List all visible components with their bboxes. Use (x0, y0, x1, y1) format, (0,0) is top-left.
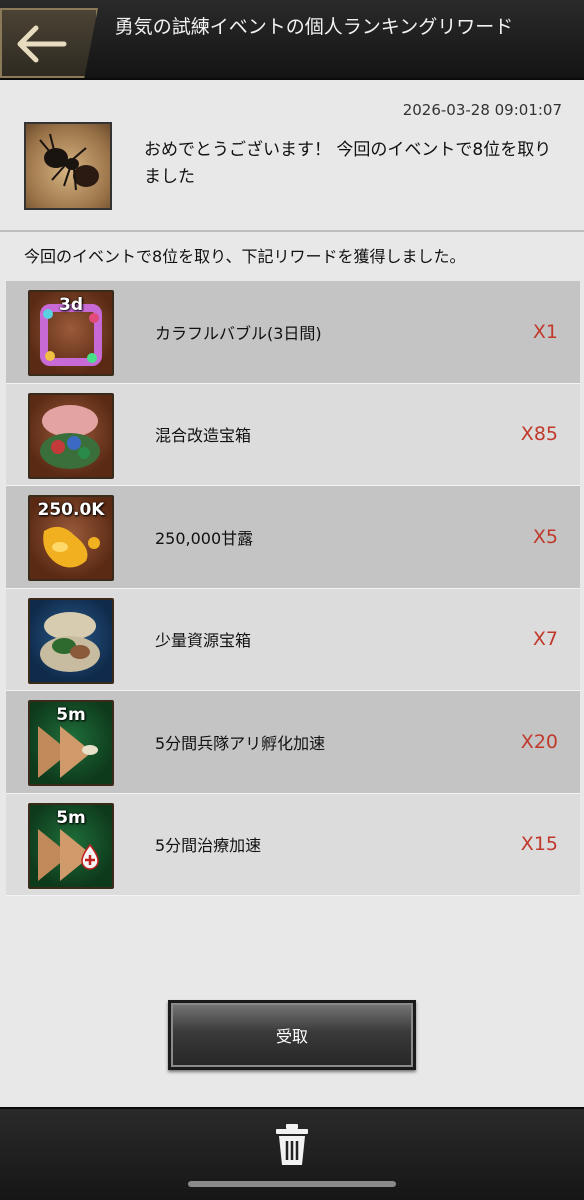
trash-icon[interactable] (272, 1123, 312, 1167)
reward-quantity: X15 (520, 833, 558, 856)
reward-quantity: X7 (532, 628, 558, 651)
top-bar: 勇気の試練イベントの個人ランキングリワード (0, 0, 584, 80)
reward-row: 5m 5分間治療加速 X15 (6, 793, 580, 896)
bottom-bar (0, 1107, 584, 1200)
reward-row: 少量資源宝箱 X7 (6, 588, 580, 691)
item-badge: 250.0K (37, 500, 105, 520)
reward-quantity: X1 (532, 320, 558, 343)
mixed-mod-chest-icon (28, 392, 114, 479)
receive-button-label: 受取 (275, 1027, 308, 1046)
reward-name: 混合改造宝箱 (155, 426, 252, 446)
back-button[interactable] (0, 8, 98, 78)
reward-name: 5分間兵隊アリ孵化加速 (155, 733, 326, 753)
home-indicator[interactable] (188, 1181, 396, 1187)
reward-row: 混合改造宝箱 X85 (6, 383, 580, 486)
ant-avatar-icon (24, 122, 112, 210)
message-text: おめでとうございます！ 今回のイベントで8位を取りました (144, 140, 552, 187)
item-badge: 5m (56, 807, 86, 828)
reward-name: 少量資源宝箱 (155, 631, 252, 651)
small-resource-chest-icon (28, 597, 114, 684)
reward-quantity: X85 (520, 423, 558, 446)
message-timestamp: 2026-03-28 09:01:07 (402, 101, 562, 119)
hatch-speedup-icon: 5m (28, 700, 114, 786)
reward-name: カラフルバブル(3日間) (155, 323, 322, 343)
reward-name: 250,000甘露 (155, 528, 254, 548)
colorful-bubble-icon: 3d (28, 290, 114, 376)
reward-row: 3d カラフルバブル(3日間) X1 (6, 281, 580, 384)
reward-name: 5分間治療加速 (155, 836, 262, 856)
receive-button[interactable]: 受取 (168, 1000, 416, 1070)
heal-speedup-icon: 5m (28, 802, 114, 889)
item-badge: 3d (59, 295, 83, 315)
reward-row: 5m 5分間兵隊アリ孵化加速 X20 (6, 691, 580, 794)
reward-list: 3d カラフルバブル(3日間) X1 混合改造宝箱 X85 250.0K 250… (6, 281, 580, 896)
reward-quantity: X5 (532, 525, 558, 548)
honeydew-icon: 250.0K (28, 495, 114, 581)
reward-description: 今回のイベントで8位を取り、下記リワードを獲得しました。 (24, 247, 466, 266)
item-badge: 5m (56, 705, 86, 725)
reward-quantity: X20 (520, 730, 558, 753)
back-arrow-icon (17, 25, 67, 63)
divider (0, 230, 584, 232)
reward-row: 250.0K 250,000甘露 X5 (6, 486, 580, 589)
page-title: 勇気の試練イベントの個人ランキングリワード (114, 16, 514, 38)
